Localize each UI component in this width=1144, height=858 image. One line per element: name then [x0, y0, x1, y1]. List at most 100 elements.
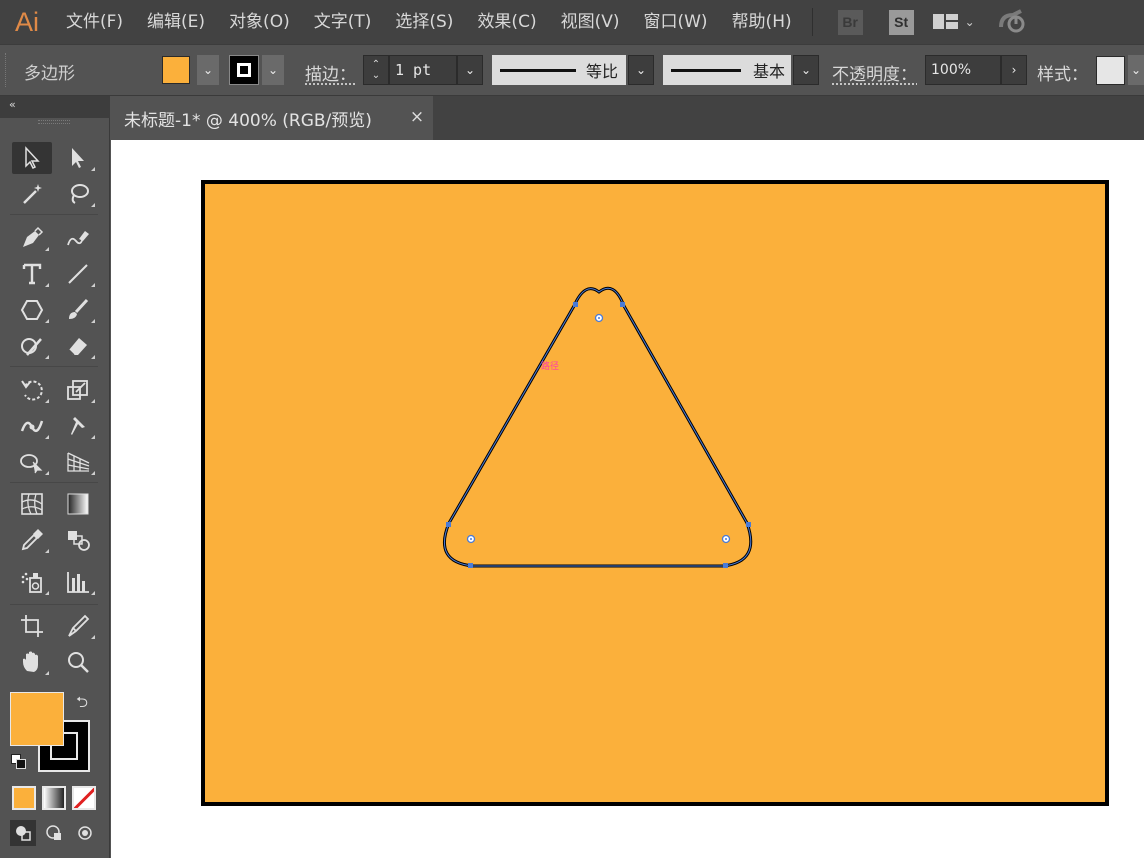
perspective-grid-tool[interactable] [58, 446, 98, 478]
anchor-point[interactable] [746, 522, 751, 527]
shape-builder-tool[interactable] [12, 446, 52, 478]
draw-inside-button[interactable] [72, 820, 98, 846]
stroke-color-dropdown[interactable]: ⌄ [262, 55, 284, 85]
type-tool[interactable] [12, 258, 52, 290]
magic-wand-tool[interactable] [12, 178, 52, 210]
eraser-tool[interactable] [58, 330, 98, 362]
magnifier-icon [68, 652, 89, 673]
slice-tool[interactable] [58, 610, 98, 642]
symbol-sprayer-icon [21, 572, 42, 593]
menu-file[interactable]: 文件(F) [54, 0, 135, 44]
anchor-point[interactable] [723, 563, 728, 568]
anchor-point[interactable] [468, 563, 473, 568]
chevron-down-icon: ⌄ [1130, 63, 1142, 77]
rotate-tool[interactable] [12, 374, 52, 406]
column-graph-tool[interactable] [58, 566, 98, 598]
mesh-icon [21, 493, 43, 515]
menu-object[interactable]: 对象(O) [217, 0, 302, 44]
brush-dropdown[interactable]: ⌄ [793, 55, 819, 85]
scale-tool[interactable] [58, 374, 98, 406]
width-tool[interactable] [12, 410, 52, 442]
eyedropper-tool[interactable] [12, 524, 52, 556]
close-icon[interactable]: × [407, 106, 427, 128]
opacity-slider-toggle[interactable]: › [1001, 55, 1027, 85]
curvature-tool[interactable] [58, 222, 98, 254]
bridge-button[interactable]: Br [837, 9, 863, 35]
graphic-style-dropdown[interactable]: ⌄ [1128, 55, 1144, 85]
stroke-weight-stepper[interactable]: ⌃ ⌄ [363, 55, 389, 85]
chevron-up-icon: ⌃ [371, 59, 381, 70]
line-tool[interactable] [58, 258, 98, 290]
none-mode-button[interactable] [72, 786, 96, 810]
fill-color-box[interactable] [10, 692, 64, 746]
menu-effect[interactable]: 效果(C) [465, 0, 548, 44]
tools-panel-grip[interactable] [38, 120, 70, 124]
polygon-tool[interactable] [12, 294, 52, 326]
stroke-weight-dropdown[interactable]: ⌄ [457, 55, 483, 85]
mesh-tool[interactable] [12, 488, 52, 520]
control-bar-grip[interactable] [5, 53, 8, 87]
stroke-label[interactable]: 描边： [305, 60, 356, 85]
flyout-indicator-icon [45, 319, 49, 323]
puppet-warp-tool[interactable] [58, 410, 98, 442]
fill-swatch[interactable] [162, 56, 190, 84]
anchor-point[interactable] [620, 302, 625, 307]
document-tab[interactable]: 未标题-1* @ 400% (RGB/预览) × [111, 96, 433, 140]
smart-guide-label: 路径 [541, 360, 559, 372]
paintbrush-tool[interactable] [58, 294, 98, 326]
flyout-indicator-icon [45, 399, 49, 403]
artboard-tool[interactable] [12, 610, 52, 642]
brush-label: 基本 [753, 62, 786, 81]
pen-tool[interactable] [12, 222, 52, 254]
variable-width-profile[interactable]: 等比 [492, 55, 626, 85]
fill-dropdown[interactable]: ⌄ [197, 55, 219, 85]
gradient-mode-button[interactable] [42, 786, 66, 810]
collapse-icon[interactable]: « [9, 98, 16, 111]
app-logo: Ai [14, 6, 39, 37]
graphic-style-swatch[interactable] [1096, 56, 1125, 85]
workspace-switcher[interactable]: ⌄ [932, 12, 975, 32]
flyout-indicator-icon [91, 319, 95, 323]
menu-help[interactable]: 帮助(H) [720, 0, 804, 44]
flyout-indicator-icon [91, 635, 95, 639]
menu-select[interactable]: 选择(S) [383, 0, 465, 44]
menu-divider [811, 8, 813, 36]
canvas-area[interactable]: 路径 [111, 140, 1144, 858]
opacity-label[interactable]: 不透明度： [832, 60, 917, 85]
menu-edit[interactable]: 编辑(E) [135, 0, 217, 44]
hand-tool[interactable] [12, 646, 52, 678]
lasso-tool[interactable] [58, 178, 98, 210]
anchor-point[interactable] [573, 302, 578, 307]
menu-type[interactable]: 文字(T) [302, 0, 384, 44]
menu-window[interactable]: 窗口(W) [631, 0, 719, 44]
selection-tool[interactable] [12, 142, 52, 174]
selection-type-label: 多边形 [24, 64, 75, 84]
width-tool-icon [20, 420, 44, 433]
eyedropper-icon [21, 529, 43, 551]
gradient-tool[interactable] [58, 488, 98, 520]
menu-view[interactable]: 视图(V) [549, 0, 632, 44]
draw-normal-button[interactable] [10, 820, 36, 846]
stroke-weight-field[interactable]: 1 pt [389, 55, 457, 85]
sync-button[interactable] [997, 7, 1031, 37]
chevron-right-icon: › [1011, 63, 1017, 77]
opacity-field[interactable]: 100% [925, 55, 1001, 85]
line-segment-icon [68, 264, 88, 284]
stroke-swatch[interactable] [229, 55, 259, 85]
zoom-tool[interactable] [58, 646, 98, 678]
tool-group-divider [10, 214, 98, 215]
color-mode-button[interactable] [12, 786, 36, 810]
anchor-point[interactable] [446, 522, 451, 527]
none-slash-icon [74, 788, 94, 808]
default-fill-stroke-icon[interactable] [11, 754, 27, 770]
draw-behind-button[interactable] [41, 820, 67, 846]
shaper-tool[interactable] [12, 330, 52, 362]
symbol-sprayer-tool[interactable] [12, 566, 52, 598]
swap-fill-stroke-icon[interactable]: ⮌ [76, 692, 94, 711]
brush-definition[interactable]: 基本 [663, 55, 791, 85]
flyout-indicator-icon [91, 203, 95, 207]
variable-width-dropdown[interactable]: ⌄ [628, 55, 654, 85]
blend-tool[interactable] [58, 524, 98, 556]
stock-button[interactable]: St [888, 9, 914, 35]
direct-selection-tool[interactable] [58, 142, 98, 174]
